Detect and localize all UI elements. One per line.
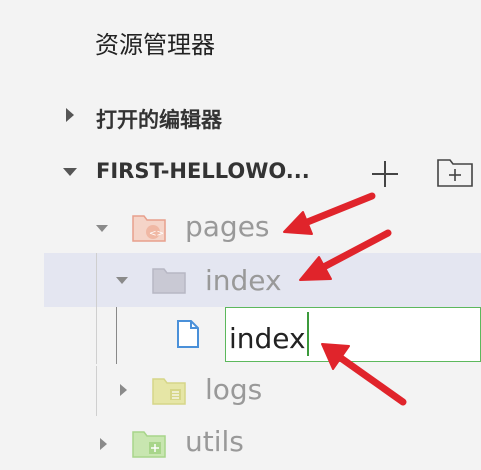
arrow-annotation-icon — [283, 192, 407, 406]
